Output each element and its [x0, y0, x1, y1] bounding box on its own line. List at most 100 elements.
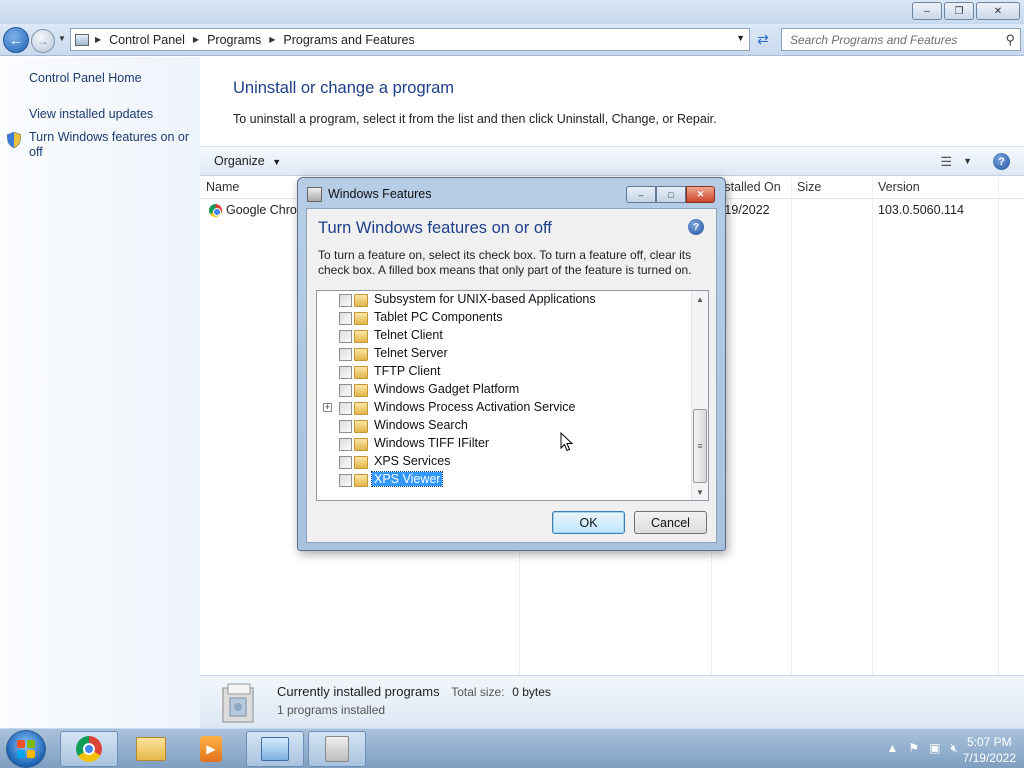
feature-checkbox[interactable]	[339, 420, 352, 433]
show-hidden-icons-icon[interactable]: ▲	[886, 741, 898, 756]
feature-label: Windows Process Activation Service	[374, 400, 576, 414]
cancel-button[interactable]: Cancel	[634, 511, 707, 534]
arrow-left-icon: ←	[9, 32, 23, 48]
window-caption-buttons: ‒ ❐ ✕	[912, 2, 1020, 20]
breadcrumb-chevron-icon: ▶	[95, 35, 102, 44]
back-button[interactable]: ←	[3, 27, 29, 53]
breadcrumb-control-panel[interactable]: Control Panel	[109, 33, 185, 47]
feature-item[interactable]: Windows Search	[317, 417, 687, 435]
dialog-maximize-button[interactable]: □	[656, 186, 686, 203]
column-version[interactable]: Version	[878, 180, 920, 194]
folder-icon	[354, 474, 368, 487]
feature-item[interactable]: Windows TIFF IFilter	[317, 435, 687, 453]
feature-checkbox[interactable]	[339, 294, 352, 307]
breadcrumb-chevron-icon: ▶	[192, 35, 200, 44]
network-icon[interactable]: ▣	[929, 741, 940, 756]
total-size-value: 0 bytes	[512, 685, 551, 699]
page-description: To uninstall a program, select it from t…	[233, 112, 717, 126]
dialog-close-button[interactable]: ✕	[686, 186, 715, 203]
windows-logo-icon	[17, 740, 35, 758]
feature-item[interactable]: XPS Viewer	[317, 471, 687, 489]
close-button[interactable]: ✕	[976, 2, 1020, 20]
feature-item[interactable]: Subsystem for UNIX-based Applications	[317, 291, 687, 309]
feature-checkbox[interactable]	[339, 348, 352, 361]
scrollbar-thumb[interactable]: ≡	[693, 409, 707, 483]
system-tray: ▲ ⚑ ▣ 🔇︎	[886, 741, 958, 756]
feature-checkbox[interactable]	[339, 438, 352, 451]
features-link-line2: off	[29, 145, 43, 159]
action-center-flag-icon[interactable]: ⚑	[908, 741, 919, 756]
column-divider	[872, 177, 873, 731]
taskbar-chrome[interactable]	[60, 731, 118, 767]
dialog-body: Turn Windows features on or off ? To tur…	[306, 208, 717, 543]
minimize-button[interactable]: ‒	[912, 2, 942, 20]
expand-icon[interactable]: +	[323, 403, 332, 412]
search-input[interactable]: Search Programs and Features ⚲	[781, 28, 1021, 51]
folder-icon	[354, 420, 368, 433]
search-icon[interactable]: ⚲	[1005, 32, 1015, 48]
forward-button[interactable]: →	[31, 29, 55, 53]
ok-button[interactable]: OK	[552, 511, 625, 534]
feature-label: XPS Services	[374, 454, 451, 468]
column-name[interactable]: Name	[206, 180, 239, 194]
refresh-button[interactable]: ⇄	[752, 28, 774, 51]
folder-icon	[354, 312, 368, 325]
restore-button[interactable]: ❐	[944, 2, 974, 20]
control-panel-icon	[261, 737, 289, 761]
feature-item[interactable]: Tablet PC Components	[317, 309, 687, 327]
vertical-scrollbar[interactable]: ▲ ≡ ▼	[691, 291, 708, 500]
feature-checkbox[interactable]	[339, 366, 352, 379]
chrome-icon	[76, 736, 102, 762]
taskbar-explorer[interactable]	[122, 731, 180, 767]
details-pane: Currently installed programs Total size:…	[200, 675, 1024, 728]
feature-item[interactable]: Telnet Client	[317, 327, 687, 345]
help-icon[interactable]: ?	[993, 153, 1010, 170]
clock-time: 5:07 PM	[966, 735, 1012, 749]
installed-title: Currently installed programs	[277, 684, 440, 699]
view-installed-updates-link[interactable]: View installed updates	[29, 107, 153, 122]
control-panel-icon	[75, 33, 89, 46]
dialog-minimize-button[interactable]: ‒	[626, 186, 656, 203]
column-size[interactable]: Size	[797, 180, 821, 194]
feature-label: Windows Gadget Platform	[374, 382, 520, 396]
recent-pages-dropdown[interactable]: ▼	[58, 34, 66, 43]
address-field[interactable]: ▶ Control Panel ▶ Programs ▶ Programs an…	[70, 28, 750, 51]
feature-item[interactable]: Telnet Server	[317, 345, 687, 363]
feature-label: Tablet PC Components	[374, 310, 503, 324]
taskbar-media-player[interactable]: ▶	[182, 731, 240, 767]
turn-windows-features-link[interactable]: Turn Windows features on or off	[29, 130, 189, 160]
view-options-icon[interactable]: ☰	[940, 154, 952, 170]
scroll-up-icon[interactable]: ▲	[692, 291, 708, 307]
feature-checkbox[interactable]	[339, 330, 352, 343]
taskbar-control-panel[interactable]	[246, 731, 304, 767]
arrow-right-icon: →	[37, 34, 49, 48]
feature-checkbox[interactable]	[339, 474, 352, 487]
taskbar-windows-features[interactable]	[308, 731, 366, 767]
task-pane: Control Panel Home View installed update…	[0, 57, 200, 728]
control-panel-home-link[interactable]: Control Panel Home	[29, 71, 142, 86]
view-dropdown-icon[interactable]: ▼	[963, 156, 972, 166]
clock[interactable]: 5:07 PM 7/19/2022	[963, 734, 1016, 766]
volume-muted-icon[interactable]: 🔇︎	[950, 741, 958, 756]
feature-item[interactable]: + Windows Process Activation Service	[317, 399, 687, 417]
help-icon[interactable]: ?	[688, 219, 704, 235]
feature-item[interactable]: XPS Services	[317, 453, 687, 471]
breadcrumb-programs[interactable]: Programs	[207, 33, 261, 47]
breadcrumb-programs-and-features[interactable]: Programs and Features	[283, 33, 414, 47]
feature-checkbox[interactable]	[339, 312, 352, 325]
feature-checkbox[interactable]	[339, 402, 352, 415]
feature-item[interactable]: TFTP Client	[317, 363, 687, 381]
folder-icon	[354, 384, 368, 397]
dialog-description: To turn a feature on, select its check b…	[318, 248, 692, 277]
feature-item[interactable]: Windows Gadget Platform	[317, 381, 687, 399]
windows-features-dialog: Windows Features ‒ □ ✕ Turn Windows feat…	[297, 177, 726, 551]
feature-label: Windows Search	[374, 418, 468, 432]
feature-checkbox[interactable]	[339, 456, 352, 469]
start-button[interactable]	[6, 730, 46, 768]
scroll-down-icon[interactable]: ▼	[692, 484, 708, 500]
address-dropdown-icon[interactable]: ▼	[736, 33, 745, 43]
feature-checkbox[interactable]	[339, 384, 352, 397]
organize-button[interactable]: Organize ▼	[214, 154, 281, 168]
feature-label: Subsystem for UNIX-based Applications	[374, 292, 596, 306]
features-tree[interactable]: XPS Viewer XPS Services Windows TIFF IFilt…	[316, 290, 709, 501]
